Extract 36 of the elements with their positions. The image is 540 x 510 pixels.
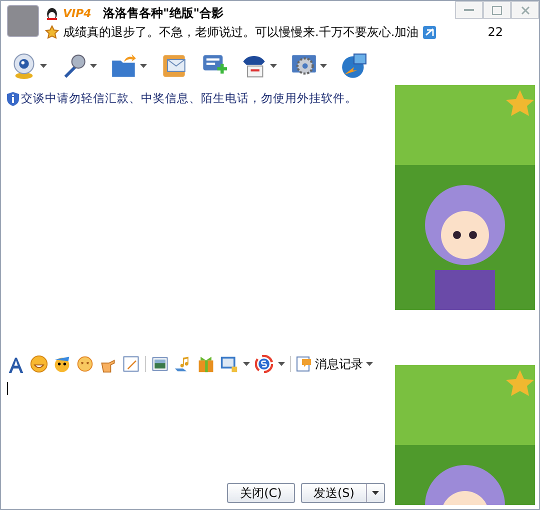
dropdown-caret-icon[interactable] <box>40 64 47 68</box>
text-pencil-icon[interactable] <box>122 355 140 373</box>
vip-level-label: VIP4 <box>63 6 92 20</box>
maximize-icon <box>492 6 502 14</box>
police-cap-icon[interactable] <box>241 53 267 79</box>
dizzy-face-icon[interactable] <box>76 355 94 373</box>
dropdown-caret-icon[interactable] <box>140 64 147 68</box>
screenshot-icon[interactable] <box>220 355 238 373</box>
star-icon <box>45 25 59 39</box>
chat-history-icon[interactable] <box>296 356 312 372</box>
security-notice: 交谈中请勿轻信汇款、中奖信息、陌生电话，勿使用外挂软件。 <box>21 91 357 106</box>
close-chat-button[interactable]: 关闭(C) <box>227 483 295 503</box>
signature-text: 成绩真的退步了。不急，老师说过。可以慢慢来.千万不要灰心.加油 <box>63 24 419 40</box>
link-icon[interactable] <box>422 26 436 38</box>
picture-icon[interactable] <box>151 355 169 373</box>
penguin-icon <box>45 6 59 20</box>
shield-icon <box>7 92 19 106</box>
dropdown-caret-icon[interactable] <box>278 362 285 366</box>
folder-icon[interactable] <box>111 53 137 79</box>
minimize-icon <box>464 8 474 12</box>
webcam-icon[interactable] <box>11 53 37 79</box>
magic-face-icon[interactable] <box>53 355 71 373</box>
dropdown-caret-icon[interactable] <box>320 64 327 68</box>
caret-icon <box>372 491 379 495</box>
message-history-link[interactable]: 消息记录 <box>315 356 363 372</box>
dropdown-caret-icon[interactable] <box>243 362 250 366</box>
count-text: 22 <box>488 25 503 39</box>
smiley-icon[interactable] <box>30 355 48 373</box>
phone-envelope-icon[interactable] <box>161 53 187 79</box>
gift-box-icon[interactable] <box>197 355 215 373</box>
contact-name: 洛洛售各种"绝版"合影 <box>103 4 224 22</box>
dropdown-caret-icon[interactable] <box>270 64 277 68</box>
dropdown-caret-icon[interactable] <box>366 362 373 366</box>
close-icon <box>520 6 530 14</box>
dropdown-caret-icon[interactable] <box>90 64 97 68</box>
font-icon[interactable] <box>7 355 25 373</box>
